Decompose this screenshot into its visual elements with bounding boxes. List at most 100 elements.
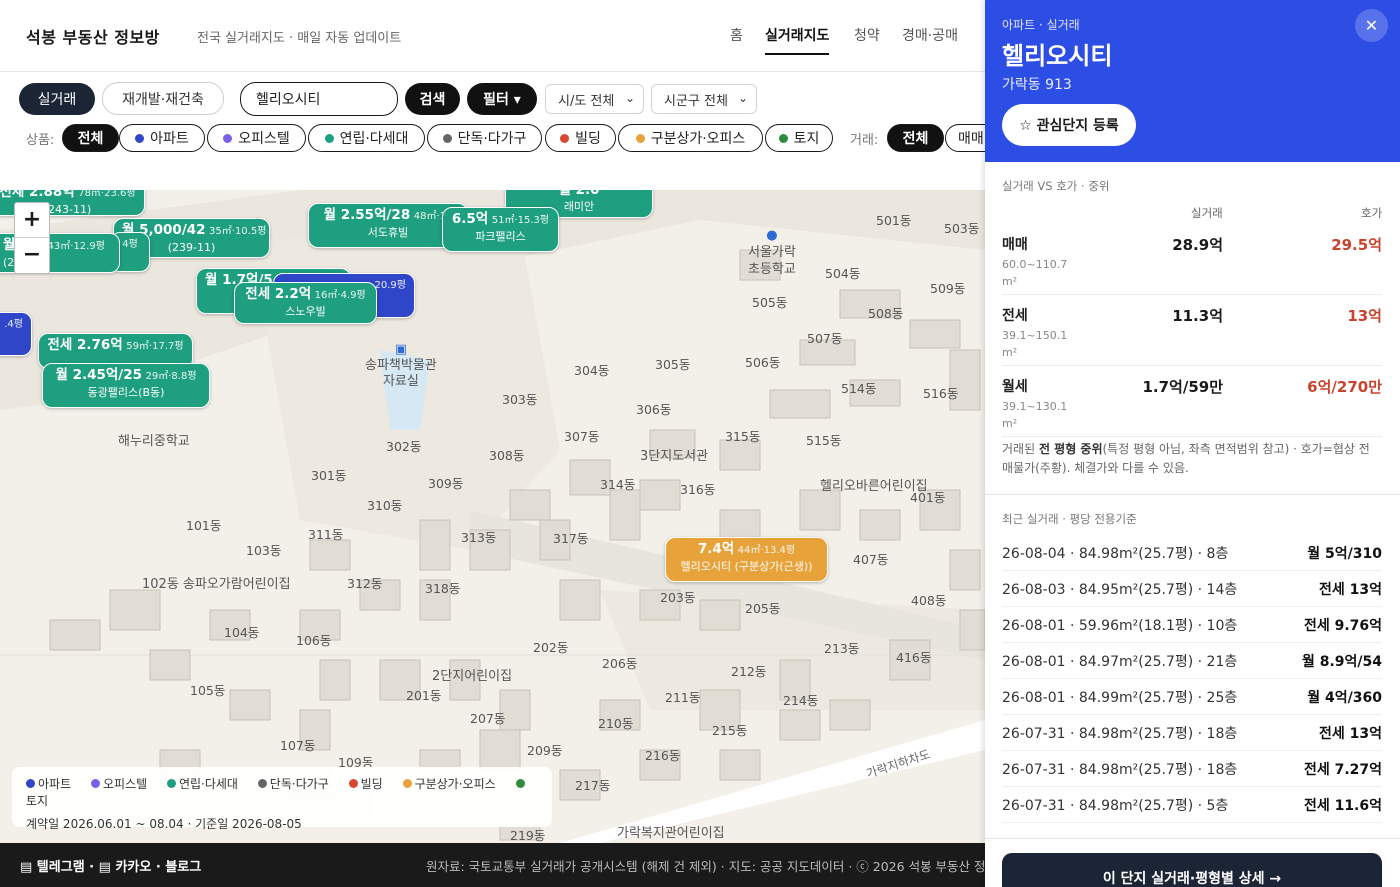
dong-label: 505동 xyxy=(752,295,788,310)
add-favorite-button[interactable]: ☆ 관심단지 등록 xyxy=(1002,104,1136,146)
commercial-dot-icon xyxy=(402,779,412,788)
marker-name: (239-11) xyxy=(167,241,216,254)
dong-label: 213동 xyxy=(824,641,860,656)
townhouse-dot-icon xyxy=(324,133,334,143)
dong-label: 401동 xyxy=(910,490,946,505)
dong-label: 408동 xyxy=(911,593,947,608)
deal-row[interactable]: 26-07-31 · 84.98m²(25.7평) · 5층 전세 11.6억 xyxy=(1002,787,1382,823)
marker-price: 월 2.55억/28 xyxy=(323,207,411,223)
dong-label: 215동 xyxy=(712,723,748,738)
filter-button[interactable]: 필터 ▾ xyxy=(467,83,537,115)
product-chip-building[interactable]: 빌딩 xyxy=(545,124,616,152)
deal-price: 월 5억/310 xyxy=(1307,546,1382,562)
deal-row[interactable]: 26-08-01 · 59.96m²(18.1평) · 10층 전세 9.76억 xyxy=(1002,607,1382,643)
marker-name: 파크팰리스 xyxy=(475,230,526,243)
nav-subscription[interactable]: 청약 xyxy=(854,25,880,45)
col-actual-header: 실거래 xyxy=(1191,206,1223,220)
product-chip-detached[interactable]: 단독·다가구 xyxy=(427,124,542,152)
dong-label: 207동 xyxy=(470,711,506,726)
product-chip-officetel[interactable]: 오피스텔 xyxy=(207,124,306,152)
deal-desc: 26-07-31 · 84.98m²(25.7평) · 18층 xyxy=(1002,726,1238,742)
dong-label: 509동 xyxy=(930,281,966,296)
building-dot-icon xyxy=(560,133,570,143)
divider xyxy=(985,494,1400,495)
price-marker[interactable]: .4평 xyxy=(0,312,32,356)
officetel-dot-icon xyxy=(90,779,100,788)
site-brand[interactable]: 석봉 부동산 정보방 xyxy=(26,24,160,48)
deal-row[interactable]: 26-08-04 · 84.98m²(25.7평) · 8층 월 5억/310 xyxy=(1002,535,1382,571)
zoom-in-button[interactable]: + xyxy=(15,203,49,238)
deal-row[interactable]: 26-07-31 · 84.98m²(25.7평) · 18층 전세 13억 xyxy=(1002,715,1382,751)
nav-auction[interactable]: 경매·공매 xyxy=(902,25,958,45)
row-actual: 1.7억/59만 xyxy=(1142,378,1223,396)
marker-meta: 59㎡·17.7평 xyxy=(126,341,184,352)
transaction-map[interactable]: ● 서울가락 초등학교 ▣ 송파책박물관 자료실 해누리중학교 3단지도서관 헬리오바른… xyxy=(0,190,985,843)
deal-row[interactable]: 26-08-01 · 84.99m²(25.7평) · 25층 월 4억/360 xyxy=(1002,679,1382,715)
tab-redevelopment[interactable]: 재개발·재건축 xyxy=(102,82,224,115)
nav-home[interactable]: 홈 xyxy=(730,25,743,45)
place-label: 102동 송파오가람어린이집 xyxy=(142,577,291,592)
search-input[interactable]: 헬리오시티 xyxy=(240,82,398,116)
sigungu-select[interactable]: 시군구 전체 ⌄ xyxy=(651,84,757,114)
product-chip-label: 단독·다가구 xyxy=(457,131,527,147)
close-icon[interactable]: ✕ xyxy=(1355,9,1388,42)
detached-dot-icon xyxy=(257,779,267,788)
search-button[interactable]: 검색 xyxy=(405,83,460,115)
product-chip-label: 빌딩 xyxy=(575,131,601,147)
dong-label: 314동 xyxy=(600,477,636,492)
nav-transaction-map[interactable]: 실거래지도 xyxy=(765,25,830,55)
marker-name: 래미안 xyxy=(563,200,595,213)
dong-label: 316동 xyxy=(680,482,716,497)
dong-label: 101동 xyxy=(186,518,222,533)
dong-label: 206동 xyxy=(602,656,638,671)
chevron-down-icon: ⌄ xyxy=(737,91,748,105)
legend-item: 단독·다가구 xyxy=(257,777,337,791)
row-ask: 6억/270만 xyxy=(1307,378,1382,396)
deal-chip-all[interactable]: 전체 xyxy=(887,124,944,152)
deal-desc: 26-08-01 · 84.97m²(25.7평) · 21층 xyxy=(1002,654,1238,670)
filter-bar: 실거래 재개발·재건축 헬리오시티 검색 필터 ▾ 시/도 전체 ⌄ 시군구 전체… xyxy=(0,72,985,190)
deal-row[interactable]: 26-08-03 · 84.95m²(25.7평) · 14층 전세 13억 xyxy=(1002,571,1382,607)
col-ask-header: 호가 xyxy=(1361,206,1383,220)
deal-desc: 26-07-31 · 84.98m²(25.7평) · 18층 xyxy=(1002,762,1238,778)
footer-links[interactable]: ▤ 텔레그램 · ▤ 카카오 · 블로그 xyxy=(20,856,201,875)
product-chip-all[interactable]: 전체 xyxy=(62,124,119,152)
deal-price: 전세 11.6억 xyxy=(1303,798,1382,814)
sido-select[interactable]: 시/도 전체 ⌄ xyxy=(545,84,644,114)
dong-label: 303동 xyxy=(502,392,538,407)
zoom-out-button[interactable]: − xyxy=(15,238,49,273)
dong-label: 202동 xyxy=(533,640,569,655)
legend-item: 오피스텔 xyxy=(90,777,155,791)
dong-label: 501동 xyxy=(876,213,912,228)
price-marker[interactable]: 전세 2.2억 16㎡·4.9평 스노우빌 xyxy=(234,282,377,324)
product-chip-apartment[interactable]: 아파트 xyxy=(119,124,205,152)
marker-meta: 20.9평 xyxy=(374,280,406,291)
deal-desc: 26-08-01 · 84.99m²(25.7평) · 25층 xyxy=(1002,690,1238,706)
price-marker[interactable]: 6.5억 51㎡·15.3평 파크팰리스 xyxy=(442,207,559,252)
marker-price: 월 2.0 xyxy=(558,190,600,198)
product-chip-commercial[interactable]: 구분상가·오피스 xyxy=(618,124,763,152)
deal-row[interactable]: 26-07-31 · 84.98m²(25.7평) · 18층 전세 7.27억 xyxy=(1002,751,1382,787)
dong-label: 214동 xyxy=(783,693,819,708)
product-chip-land[interactable]: 토지 xyxy=(765,124,833,152)
row-ask: 29.5억 xyxy=(1331,236,1382,254)
selected-price-marker[interactable]: 7.4억 44㎡·13.4평 헬리오시티 (구분상가(근생)) xyxy=(665,537,828,582)
dong-label: 308동 xyxy=(489,448,525,463)
complex-detail-button[interactable]: 이 단지 실거래·평형별 상세 → xyxy=(1002,853,1382,887)
land-dot-icon xyxy=(778,133,788,143)
tab-transaction[interactable]: 실거래 xyxy=(19,83,95,115)
deal-chip-sale[interactable]: 매매 xyxy=(945,124,985,152)
marker-meta: 16㎡·4.9평 xyxy=(314,290,366,301)
marker-meta: 4평 xyxy=(122,239,138,250)
product-chip-townhouse[interactable]: 연립·다세대 xyxy=(308,124,425,152)
deal-desc: 26-08-01 · 59.96m²(18.1평) · 10층 xyxy=(1002,618,1238,634)
marker-name: (243-11) xyxy=(43,203,92,216)
product-chip-label: 구분상가·오피스 xyxy=(650,131,746,147)
deal-row[interactable]: 26-08-01 · 84.97m²(25.7평) · 21층 월 8.9억/54 xyxy=(1002,643,1382,679)
price-marker[interactable]: 월 2.45억/25 29㎡·8.8평 동광팰리스(B동) xyxy=(42,363,210,408)
marker-name: 서도휴빌 xyxy=(367,226,409,239)
deal-price: 전세 9.76억 xyxy=(1303,618,1382,634)
row-actual: 11.3억 xyxy=(1172,307,1223,325)
legend-label: 연립·다세대 xyxy=(178,777,238,791)
marker-meta: 78㎡·23.6평 xyxy=(78,190,136,199)
